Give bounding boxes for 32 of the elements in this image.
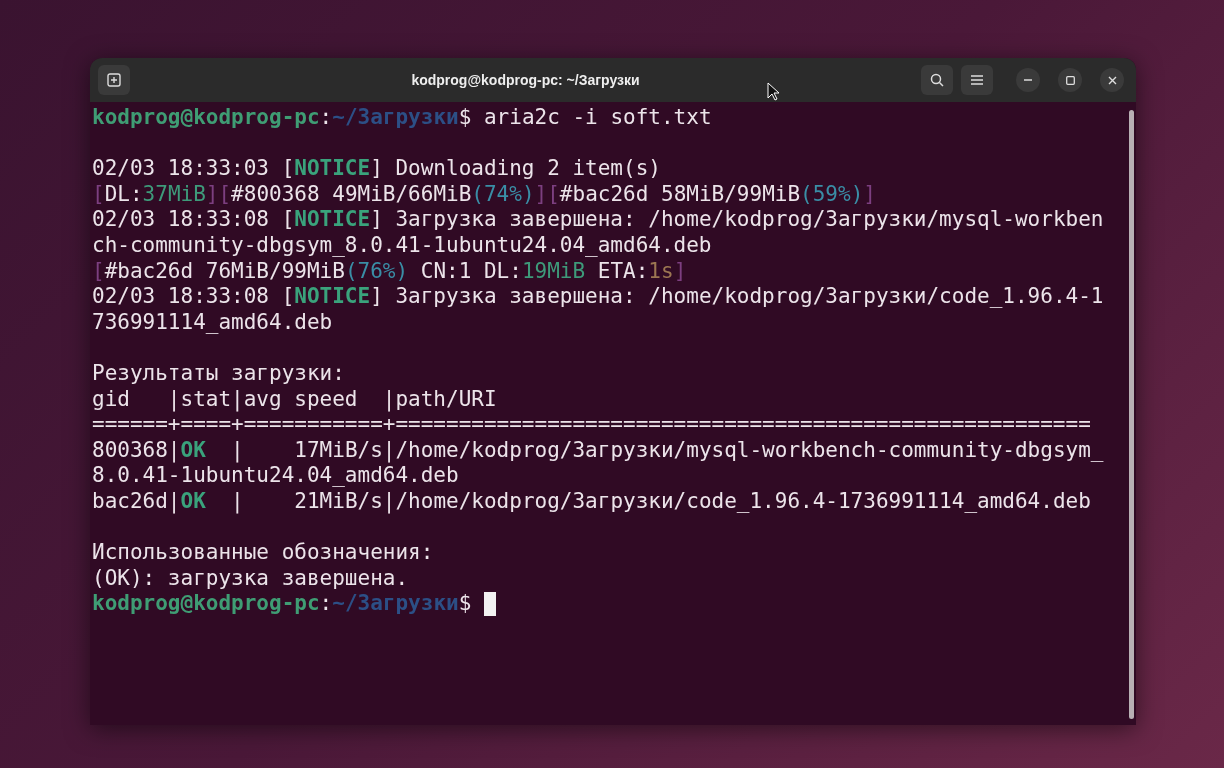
minimize-icon bbox=[1024, 79, 1032, 81]
terminal-line: (OK): загрузка завершена. bbox=[92, 565, 409, 592]
terminal-line: [DL:37MiB][#800368 49MiB/66MiB(74%)][#bac26d 58MiB/99MiB(59%)] bbox=[92, 181, 876, 208]
terminal-line: 02/03 18:33:08 [NOTICE] Загрузка завершена: /home/kodprog/Загрузки/mysql-workben bbox=[92, 207, 1104, 233]
maximize-icon bbox=[1065, 75, 1075, 85]
close-icon bbox=[1107, 75, 1117, 85]
terminal-line: 02/03 18:33:03 [NOTICE] Downloading 2 item(s) bbox=[92, 156, 661, 182]
window-title: kodprog@kodprog-pc: ~/Загрузки bbox=[411, 70, 640, 90]
terminal-line: bac26d|OK | 21MiB/s|/home/kodprog/Загрузки/code_1.96.4-1736991114_amd64.deb bbox=[92, 488, 1091, 515]
maximize-button[interactable] bbox=[1058, 68, 1082, 92]
mouse-pointer-icon bbox=[767, 82, 780, 101]
terminal-line: kodprog@kodprog-pc:~/Загрузки$ aria2c -i soft.txt bbox=[92, 105, 712, 131]
terminal-line: Использованные обозначения: bbox=[92, 540, 434, 566]
menu-icon bbox=[971, 75, 983, 85]
terminal-line: gid |stat|avg speed |path/URI bbox=[92, 386, 497, 413]
terminal-line: 02/03 18:33:08 [NOTICE] Загрузка завершена: /home/kodprog/Загрузки/code_1.96.4-1 bbox=[92, 284, 1104, 310]
scrollbar-thumb[interactable] bbox=[1128, 110, 1134, 719]
terminal-line: kodprog@kodprog-pc:~/Загрузки$ bbox=[92, 591, 473, 617]
terminal-line: 800368|OK | 17MiB/s|/home/kodprog/Загрузки/mysql-workbench-community-dbgsym_ bbox=[92, 437, 1104, 464]
terminal-line: Результаты загрузки: bbox=[92, 360, 345, 387]
terminal-line: 736991114_amd64.deb bbox=[92, 309, 333, 336]
terminal-line: ======+====+===========+======================================================= bbox=[92, 412, 1091, 438]
search-icon bbox=[930, 73, 944, 87]
close-button[interactable] bbox=[1100, 68, 1124, 92]
minimize-button[interactable] bbox=[1016, 68, 1040, 92]
menu-button[interactable] bbox=[961, 65, 993, 95]
terminal-line: 8.0.41-1ubuntu24.04_amd64.deb bbox=[92, 463, 459, 489]
new-tab-icon bbox=[107, 73, 121, 87]
terminal-line: ch-community-dbgsym_8.0.41-1ubuntu24.04_amd64.deb bbox=[92, 232, 712, 259]
terminal-line: [#bac26d 76MiB/99MiB(76%) CN:1 DL:19MiB ETA:1s] bbox=[92, 258, 687, 285]
search-button[interactable] bbox=[921, 65, 953, 95]
new-tab-button[interactable] bbox=[98, 65, 130, 95]
